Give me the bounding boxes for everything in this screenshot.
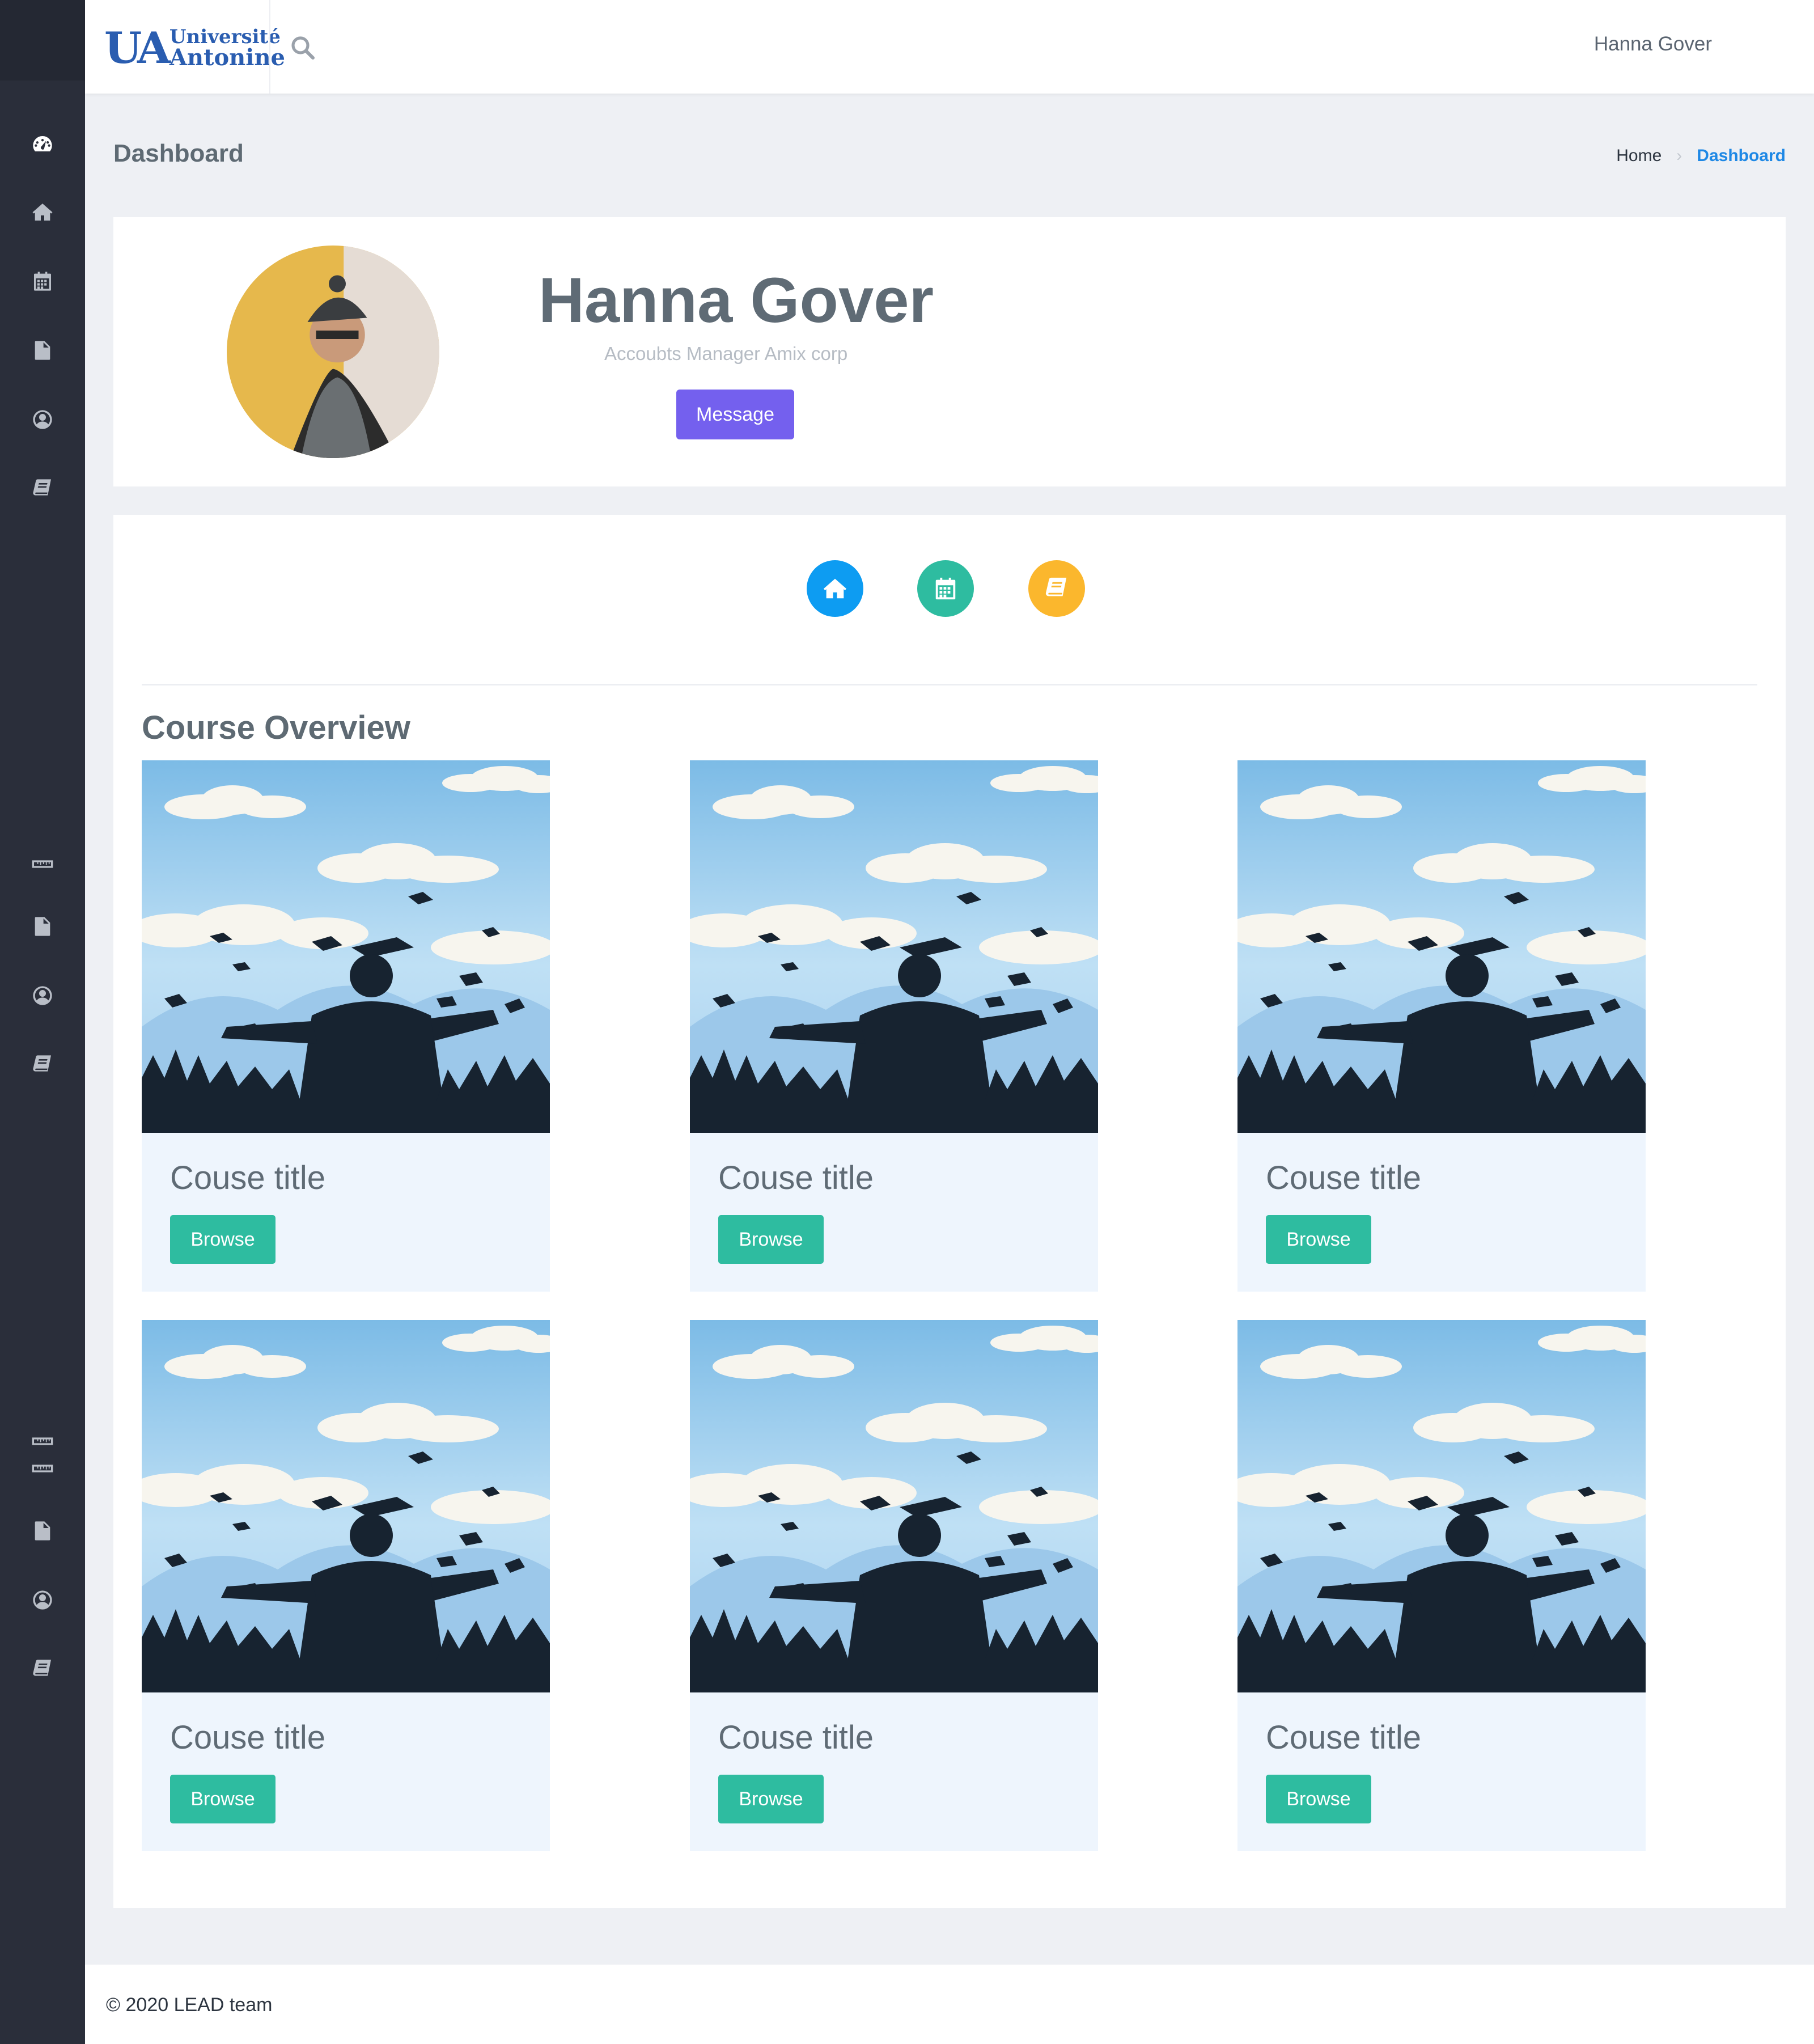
book-icon[interactable] <box>29 1656 56 1683</box>
footer-copyright: © 2020 LEAD team <box>106 1994 273 2016</box>
profile-avatar <box>227 246 439 458</box>
user-circle-icon[interactable] <box>29 1586 56 1614</box>
logo-line-1: Université <box>169 26 281 48</box>
profile-card: Hanna Gover Accoubts Manager Amix corp M… <box>113 217 1786 486</box>
header-username[interactable]: Hanna Gover <box>1594 33 1712 56</box>
breadcrumb: Home › Dashboard <box>1616 146 1786 166</box>
course-tile[interactable]: Couse title Browse <box>1237 1320 1646 1851</box>
course-tile[interactable]: Couse title Browse <box>142 760 550 1292</box>
ruler-icon[interactable] <box>29 1428 56 1455</box>
logo-mark: UA <box>104 23 171 73</box>
user-circle-icon[interactable] <box>29 406 56 433</box>
home-icon[interactable] <box>29 198 56 226</box>
browse-button[interactable]: Browse <box>170 1775 276 1823</box>
topbar: UA Université Antonine Hanna Gover <box>85 0 1814 94</box>
course-title: Couse title <box>170 1159 326 1196</box>
calendar-icon[interactable] <box>917 560 974 617</box>
course-image <box>142 760 550 1133</box>
ruler-icon[interactable] <box>29 850 56 878</box>
browse-button[interactable]: Browse <box>1266 1775 1371 1823</box>
logo-line-2: Antonine <box>169 44 285 71</box>
divider <box>142 684 1757 685</box>
profile-name: Hanna Gover <box>539 265 934 336</box>
course-image <box>690 1320 1098 1692</box>
topbar-divider <box>269 0 270 94</box>
course-tile[interactable]: Couse title Browse <box>690 760 1098 1292</box>
browse-button[interactable]: Browse <box>718 1775 824 1823</box>
browse-button[interactable]: Browse <box>170 1215 276 1264</box>
browse-button[interactable]: Browse <box>718 1215 824 1264</box>
course-title: Couse title <box>1266 1719 1422 1756</box>
profile-role: Accoubts Manager Amix corp <box>604 343 848 364</box>
home-icon[interactable] <box>807 560 863 617</box>
book-icon[interactable] <box>29 475 56 502</box>
page-title: Dashboard <box>113 139 244 167</box>
file-icon[interactable] <box>29 913 56 940</box>
course-tile[interactable]: Couse title Browse <box>1237 760 1646 1292</box>
calendar-icon[interactable] <box>29 268 56 295</box>
course-image <box>1237 760 1646 1133</box>
university-logo[interactable]: UA Université Antonine <box>104 23 285 74</box>
course-image <box>1237 1320 1646 1692</box>
file-icon[interactable] <box>29 1517 56 1544</box>
course-image <box>142 1320 550 1692</box>
logo-text: Université Antonine <box>169 27 285 69</box>
user-circle-icon[interactable] <box>29 982 56 1009</box>
search-icon[interactable] <box>289 34 316 61</box>
book-icon[interactable] <box>1028 560 1085 617</box>
book-icon[interactable] <box>29 1051 56 1078</box>
sidebar <box>0 0 85 2044</box>
ruler-icon[interactable] <box>29 1455 56 1482</box>
course-tile[interactable]: Couse title Browse <box>142 1320 550 1851</box>
chevron-right-icon: › <box>1676 146 1682 165</box>
course-title: Couse title <box>170 1719 326 1756</box>
footer: © 2020 LEAD team <box>85 1965 1814 2044</box>
course-image <box>690 760 1098 1133</box>
course-title: Couse title <box>1266 1159 1422 1196</box>
course-overview-card: Course Overview Couse title Browse Couse… <box>113 515 1786 1908</box>
dashboard-icon[interactable] <box>29 131 56 158</box>
course-title: Couse title <box>718 1159 874 1196</box>
breadcrumb-home[interactable]: Home <box>1616 146 1662 166</box>
course-tile[interactable]: Couse title Browse <box>690 1320 1098 1851</box>
breadcrumb-current: Dashboard <box>1697 146 1786 165</box>
sidebar-header <box>0 0 85 81</box>
message-button[interactable]: Message <box>676 390 794 439</box>
section-title: Course Overview <box>142 709 410 746</box>
course-title: Couse title <box>718 1719 874 1756</box>
file-icon[interactable] <box>29 337 56 364</box>
browse-button[interactable]: Browse <box>1266 1215 1371 1264</box>
